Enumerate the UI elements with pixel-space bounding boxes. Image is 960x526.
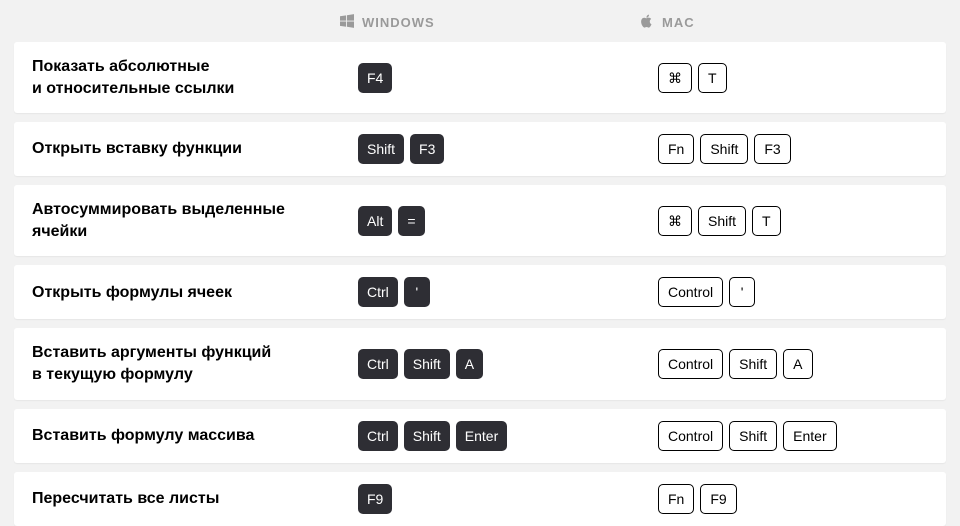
key: Alt — [358, 206, 392, 236]
mac-keys: FnF9 — [658, 484, 928, 514]
mac-keys: ControlShiftA — [658, 349, 928, 379]
key: Ctrl — [358, 421, 398, 451]
key: T — [752, 206, 781, 236]
desc-line: ячейки — [32, 221, 338, 243]
key: ' — [729, 277, 755, 307]
key: F9 — [700, 484, 736, 514]
desc-line: в текущую формулу — [32, 364, 338, 386]
shortcut-description: Вставить формулу массива — [32, 425, 358, 447]
windows-header: WINDOWS — [340, 14, 640, 31]
shortcut-description: Автосуммировать выделенныеячейки — [32, 199, 358, 242]
shortcut-description: Показать абсолютныеи относительные ссылк… — [32, 56, 358, 99]
shortcut-row: Вставить формулу массиваCtrlShiftEnterCo… — [14, 409, 946, 463]
mac-header: MAC — [640, 14, 946, 31]
key: Enter — [783, 421, 836, 451]
mac-keys: FnShiftF3 — [658, 134, 928, 164]
windows-keys: CtrlShiftA — [358, 349, 658, 379]
key: ⌘ — [658, 206, 692, 236]
windows-keys: Ctrl' — [358, 277, 658, 307]
key: = — [398, 206, 424, 236]
key: Shift — [729, 421, 777, 451]
windows-keys: ShiftF3 — [358, 134, 658, 164]
key: Shift — [698, 206, 746, 236]
windows-keys: F4 — [358, 63, 658, 93]
shortcut-description: Открыть формулы ячеек — [32, 282, 358, 304]
key: Enter — [456, 421, 507, 451]
key: Ctrl — [358, 349, 398, 379]
key: A — [783, 349, 812, 379]
shortcut-row: Открыть формулы ячеекCtrl'Control' — [14, 265, 946, 319]
key: Shift — [404, 349, 450, 379]
desc-line: Открыть формулы ячеек — [32, 282, 338, 304]
mac-keys: ⌘T — [658, 63, 928, 93]
mac-keys: ⌘ShiftT — [658, 206, 928, 236]
key: A — [456, 349, 483, 379]
key: F3 — [754, 134, 790, 164]
shortcut-row: Показать абсолютныеи относительные ссылк… — [14, 42, 946, 113]
shortcut-description: Открыть вставку функции — [32, 138, 358, 160]
key: Control — [658, 349, 723, 379]
desc-line: Показать абсолютные — [32, 56, 338, 78]
desc-line: Пересчитать все листы — [32, 488, 338, 510]
key: Ctrl — [358, 277, 398, 307]
shortcut-description: Вставить аргументы функцийв текущую форм… — [32, 342, 358, 385]
key: Fn — [658, 484, 694, 514]
windows-label: WINDOWS — [362, 15, 435, 30]
key: Control — [658, 421, 723, 451]
key: ⌘ — [658, 63, 692, 93]
key: ' — [404, 277, 430, 307]
key: Shift — [729, 349, 777, 379]
apple-icon — [640, 14, 654, 31]
windows-keys: Alt= — [358, 206, 658, 236]
mac-keys: ControlShiftEnter — [658, 421, 928, 451]
desc-line: Автосуммировать выделенные — [32, 199, 338, 221]
key: Control — [658, 277, 723, 307]
shortcut-row: Открыть вставку функцииShiftF3FnShiftF3 — [14, 122, 946, 176]
rows-container: Показать абсолютныеи относительные ссылк… — [14, 42, 946, 526]
key: Shift — [700, 134, 748, 164]
key: F9 — [358, 484, 392, 514]
key: F3 — [410, 134, 444, 164]
key: F4 — [358, 63, 392, 93]
key: Fn — [658, 134, 694, 164]
shortcut-description: Пересчитать все листы — [32, 488, 358, 510]
key: T — [698, 63, 727, 93]
mac-keys: Control' — [658, 277, 928, 307]
key: Shift — [358, 134, 404, 164]
desc-line: и относительные ссылки — [32, 78, 338, 100]
shortcut-table: WINDOWS MAC Показать абсолютныеи относит… — [14, 0, 946, 526]
os-header: WINDOWS MAC — [14, 6, 946, 38]
shortcut-row: Автосуммировать выделенныеячейкиAlt=⌘Shi… — [14, 185, 946, 256]
desc-line: Открыть вставку функции — [32, 138, 338, 160]
windows-keys: CtrlShiftEnter — [358, 421, 658, 451]
desc-line: Вставить аргументы функций — [32, 342, 338, 364]
desc-line: Вставить формулу массива — [32, 425, 338, 447]
windows-keys: F9 — [358, 484, 658, 514]
mac-label: MAC — [662, 15, 695, 30]
shortcut-row: Пересчитать все листыF9FnF9 — [14, 472, 946, 526]
windows-icon — [340, 14, 354, 31]
shortcut-row: Вставить аргументы функцийв текущую форм… — [14, 328, 946, 399]
key: Shift — [404, 421, 450, 451]
